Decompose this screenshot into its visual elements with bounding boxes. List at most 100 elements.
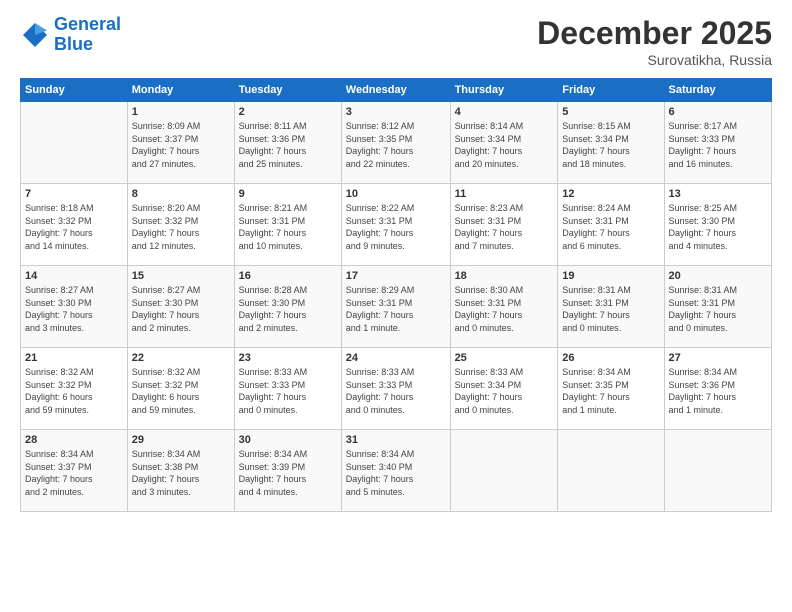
logo-general: General xyxy=(54,14,121,34)
day-cell: 18 Sunrise: 8:30 AM Sunset: 3:31 PM Dayli… xyxy=(450,266,558,348)
day-number: 28 xyxy=(25,434,123,446)
day-number: 12 xyxy=(562,188,659,200)
day-number: 22 xyxy=(132,352,230,364)
day-number: 29 xyxy=(132,434,230,446)
day-cell: 3 Sunrise: 8:12 AM Sunset: 3:35 PM Daylig… xyxy=(341,102,450,184)
day-info: Sunrise: 8:34 AM Sunset: 3:37 PM Dayligh… xyxy=(25,448,123,498)
day-info: Sunrise: 8:31 AM Sunset: 3:31 PM Dayligh… xyxy=(562,284,659,334)
day-number: 23 xyxy=(239,352,337,364)
day-number: 1 xyxy=(132,106,230,118)
day-cell: 6 Sunrise: 8:17 AM Sunset: 3:33 PM Daylig… xyxy=(664,102,771,184)
day-number: 9 xyxy=(239,188,337,200)
weekday-header-thursday: Thursday xyxy=(450,79,558,102)
day-info: Sunrise: 8:34 AM Sunset: 3:35 PM Dayligh… xyxy=(562,366,659,416)
logo: General Blue xyxy=(20,15,121,55)
title-block: December 2025 Surovatikha, Russia xyxy=(537,15,772,68)
day-info: Sunrise: 8:28 AM Sunset: 3:30 PM Dayligh… xyxy=(239,284,337,334)
day-cell xyxy=(664,430,771,512)
day-info: Sunrise: 8:17 AM Sunset: 3:33 PM Dayligh… xyxy=(669,120,767,170)
day-cell xyxy=(558,430,664,512)
day-info: Sunrise: 8:23 AM Sunset: 3:31 PM Dayligh… xyxy=(455,202,554,252)
day-info: Sunrise: 8:25 AM Sunset: 3:30 PM Dayligh… xyxy=(669,202,767,252)
day-cell: 21 Sunrise: 8:32 AM Sunset: 3:32 PM Dayli… xyxy=(21,348,128,430)
day-cell: 23 Sunrise: 8:33 AM Sunset: 3:33 PM Dayli… xyxy=(234,348,341,430)
day-info: Sunrise: 8:33 AM Sunset: 3:33 PM Dayligh… xyxy=(346,366,446,416)
day-info: Sunrise: 8:34 AM Sunset: 3:39 PM Dayligh… xyxy=(239,448,337,498)
day-cell: 31 Sunrise: 8:34 AM Sunset: 3:40 PM Dayli… xyxy=(341,430,450,512)
day-cell: 28 Sunrise: 8:34 AM Sunset: 3:37 PM Dayli… xyxy=(21,430,128,512)
day-number: 8 xyxy=(132,188,230,200)
day-number: 3 xyxy=(346,106,446,118)
day-number: 27 xyxy=(669,352,767,364)
week-row-5: 28 Sunrise: 8:34 AM Sunset: 3:37 PM Dayli… xyxy=(21,430,772,512)
day-number: 15 xyxy=(132,270,230,282)
weekday-header-wednesday: Wednesday xyxy=(341,79,450,102)
day-cell: 22Sunrise: 8:32 AM Sunset: 3:32 PM Dayli… xyxy=(127,348,234,430)
day-info: Sunrise: 8:22 AM Sunset: 3:31 PM Dayligh… xyxy=(346,202,446,252)
logo-icon xyxy=(20,20,50,50)
day-cell: 30Sunrise: 8:34 AM Sunset: 3:39 PM Dayli… xyxy=(234,430,341,512)
day-cell: 26 Sunrise: 8:34 AM Sunset: 3:35 PM Dayli… xyxy=(558,348,664,430)
day-number: 31 xyxy=(346,434,446,446)
calendar-table: SundayMondayTuesdayWednesdayThursdayFrid… xyxy=(20,78,772,512)
logo-text: General Blue xyxy=(54,15,121,55)
week-row-1: 1Sunrise: 8:09 AM Sunset: 3:37 PM Daylig… xyxy=(21,102,772,184)
weekday-header-tuesday: Tuesday xyxy=(234,79,341,102)
day-info: Sunrise: 8:12 AM Sunset: 3:35 PM Dayligh… xyxy=(346,120,446,170)
day-cell: 7 Sunrise: 8:18 AM Sunset: 3:32 PM Daylig… xyxy=(21,184,128,266)
day-number: 13 xyxy=(669,188,767,200)
day-cell: 27 Sunrise: 8:34 AM Sunset: 3:36 PM Dayli… xyxy=(664,348,771,430)
day-number: 4 xyxy=(455,106,554,118)
day-number: 2 xyxy=(239,106,337,118)
day-cell: 11Sunrise: 8:23 AM Sunset: 3:31 PM Dayli… xyxy=(450,184,558,266)
day-number: 17 xyxy=(346,270,446,282)
day-info: Sunrise: 8:34 AM Sunset: 3:40 PM Dayligh… xyxy=(346,448,446,498)
day-info: Sunrise: 8:34 AM Sunset: 3:38 PM Dayligh… xyxy=(132,448,230,498)
day-cell xyxy=(450,430,558,512)
day-info: Sunrise: 8:20 AM Sunset: 3:32 PM Dayligh… xyxy=(132,202,230,252)
day-info: Sunrise: 8:33 AM Sunset: 3:34 PM Dayligh… xyxy=(455,366,554,416)
day-cell: 8 Sunrise: 8:20 AM Sunset: 3:32 PM Daylig… xyxy=(127,184,234,266)
day-cell: 1Sunrise: 8:09 AM Sunset: 3:37 PM Daylig… xyxy=(127,102,234,184)
week-row-2: 7 Sunrise: 8:18 AM Sunset: 3:32 PM Daylig… xyxy=(21,184,772,266)
day-number: 16 xyxy=(239,270,337,282)
day-number: 21 xyxy=(25,352,123,364)
day-cell: 17 Sunrise: 8:29 AM Sunset: 3:31 PM Dayli… xyxy=(341,266,450,348)
day-number: 6 xyxy=(669,106,767,118)
day-info: Sunrise: 8:32 AM Sunset: 3:32 PM Dayligh… xyxy=(25,366,123,416)
day-cell: 20 Sunrise: 8:31 AM Sunset: 3:31 PM Dayli… xyxy=(664,266,771,348)
page: General Blue December 2025 Surovatikha, … xyxy=(0,0,792,612)
weekday-header-row: SundayMondayTuesdayWednesdayThursdayFrid… xyxy=(21,79,772,102)
day-info: Sunrise: 8:11 AM Sunset: 3:36 PM Dayligh… xyxy=(239,120,337,170)
day-cell: 5Sunrise: 8:15 AM Sunset: 3:34 PM Daylig… xyxy=(558,102,664,184)
day-info: Sunrise: 8:30 AM Sunset: 3:31 PM Dayligh… xyxy=(455,284,554,334)
day-cell: 4Sunrise: 8:14 AM Sunset: 3:34 PM Daylig… xyxy=(450,102,558,184)
day-number: 18 xyxy=(455,270,554,282)
day-number: 25 xyxy=(455,352,554,364)
day-cell: 12 Sunrise: 8:24 AM Sunset: 3:31 PM Dayli… xyxy=(558,184,664,266)
weekday-header-friday: Friday xyxy=(558,79,664,102)
day-info: Sunrise: 8:15 AM Sunset: 3:34 PM Dayligh… xyxy=(562,120,659,170)
week-row-4: 21 Sunrise: 8:32 AM Sunset: 3:32 PM Dayli… xyxy=(21,348,772,430)
day-cell: 9Sunrise: 8:21 AM Sunset: 3:31 PM Daylig… xyxy=(234,184,341,266)
day-info: Sunrise: 8:18 AM Sunset: 3:32 PM Dayligh… xyxy=(25,202,123,252)
day-cell: 24 Sunrise: 8:33 AM Sunset: 3:33 PM Dayli… xyxy=(341,348,450,430)
day-number: 20 xyxy=(669,270,767,282)
day-info: Sunrise: 8:33 AM Sunset: 3:33 PM Dayligh… xyxy=(239,366,337,416)
day-number: 26 xyxy=(562,352,659,364)
location-subtitle: Surovatikha, Russia xyxy=(537,52,772,68)
day-info: Sunrise: 8:29 AM Sunset: 3:31 PM Dayligh… xyxy=(346,284,446,334)
day-info: Sunrise: 8:31 AM Sunset: 3:31 PM Dayligh… xyxy=(669,284,767,334)
weekday-header-monday: Monday xyxy=(127,79,234,102)
header: General Blue December 2025 Surovatikha, … xyxy=(20,15,772,68)
day-cell: 29 Sunrise: 8:34 AM Sunset: 3:38 PM Dayli… xyxy=(127,430,234,512)
day-cell: 2 Sunrise: 8:11 AM Sunset: 3:36 PM Daylig… xyxy=(234,102,341,184)
logo-blue: Blue xyxy=(54,35,121,55)
day-cell: 15Sunrise: 8:27 AM Sunset: 3:30 PM Dayli… xyxy=(127,266,234,348)
day-cell: 10Sunrise: 8:22 AM Sunset: 3:31 PM Dayli… xyxy=(341,184,450,266)
weekday-header-sunday: Sunday xyxy=(21,79,128,102)
day-info: Sunrise: 8:24 AM Sunset: 3:31 PM Dayligh… xyxy=(562,202,659,252)
day-number: 7 xyxy=(25,188,123,200)
day-info: Sunrise: 8:34 AM Sunset: 3:36 PM Dayligh… xyxy=(669,366,767,416)
day-number: 24 xyxy=(346,352,446,364)
